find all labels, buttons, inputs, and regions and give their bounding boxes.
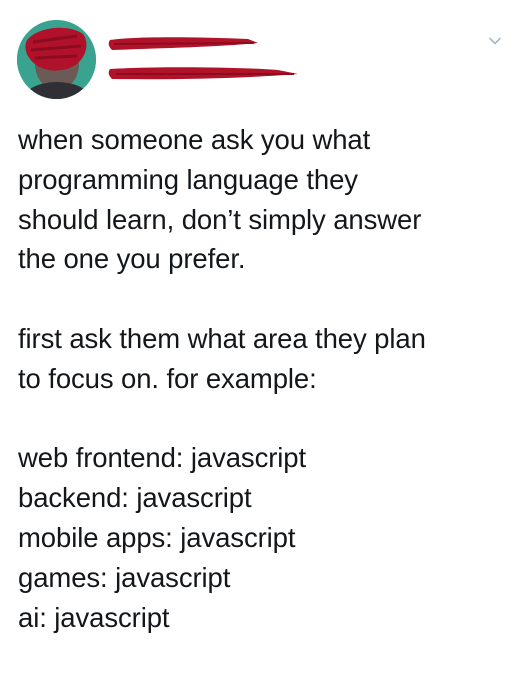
tweet-line: ai: javascript: [18, 601, 170, 633]
tweet-line: web frontend: javascript: [18, 442, 307, 474]
tweet-line: mobile apps: javascript: [18, 521, 296, 553]
tweet-paragraph-1: when someone ask you what programming la…: [18, 120, 506, 279]
avatar-image: [17, 20, 96, 99]
tweet-line: should learn, don’t simply answer: [18, 203, 422, 235]
tweet-line: games: javascript: [18, 561, 231, 593]
tweet-line: the one you prefer.: [18, 243, 246, 275]
tweet-line: when someone ask you what: [18, 124, 371, 155]
tweet-text: when someone ask you what programming la…: [18, 120, 506, 637]
tweet-card: when someone ask you what programming la…: [0, 0, 516, 680]
tweet-paragraph-2: first ask them what area they plan to fo…: [18, 319, 506, 399]
tweet-line: first ask them what area they plan: [18, 322, 426, 354]
tweet-line: to focus on. for example:: [18, 362, 317, 394]
handle-redaction: [108, 67, 298, 80]
tweet-line: backend: javascript: [18, 482, 252, 514]
avatar[interactable]: [17, 20, 96, 99]
display-name-redaction: [108, 37, 258, 50]
tweet-line: programming language they: [18, 163, 358, 195]
tweet-paragraph-3: web frontend: javascript backend: javasc…: [18, 438, 506, 637]
chevron-down-icon[interactable]: [487, 33, 503, 49]
